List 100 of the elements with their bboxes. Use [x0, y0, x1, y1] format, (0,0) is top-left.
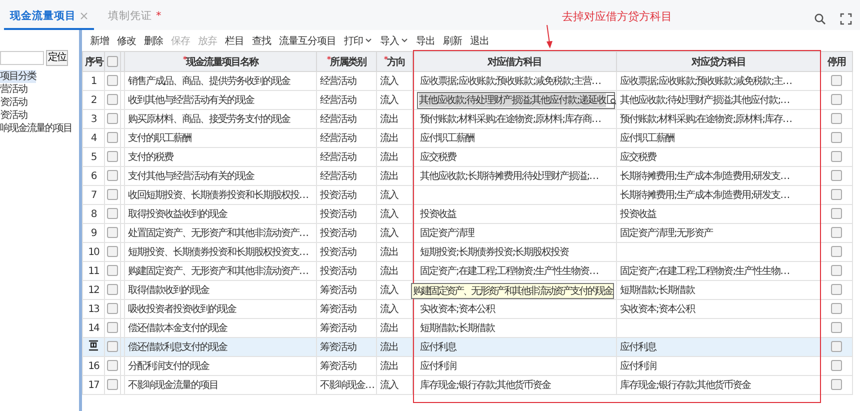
column-header: 停用 [828, 56, 846, 68]
toolbar-button[interactable]: 流量互分项目 [275, 34, 340, 48]
tree-item[interactable]: 响现金流量的项目 [0, 122, 72, 135]
row-number: 7 [90, 190, 96, 200]
table-cell: 长期待摊费用;生产成本;制造费用;研发支… [620, 171, 790, 182]
stop-checkbox[interactable] [831, 189, 842, 200]
table-cell: 固定资产;在建工程;工程物资;生产性生物资… [420, 266, 598, 277]
table-cell: 实收资本;资本公积 [620, 304, 694, 315]
table-cell: 短期借款;长期借款 [420, 323, 494, 334]
row-checkbox[interactable] [107, 227, 118, 238]
toolbar-button[interactable]: 退出 [466, 34, 493, 48]
table-cell: 销售产成品、商品、提供劳务收到的现金 [128, 76, 290, 87]
table-cell: 固定资产;在建工程;工程物资;生产性生物… [620, 266, 790, 277]
row-checkbox[interactable] [107, 189, 118, 200]
tab[interactable]: 填制凭证 * [102, 9, 168, 30]
stop-checkbox[interactable] [831, 246, 842, 258]
toolbar-button[interactable]: 修改 [113, 34, 140, 48]
table-cell: 取得借款收到的现金 [128, 285, 209, 296]
toolbar-button[interactable]: 导出 [412, 34, 439, 48]
search-field[interactable] [0, 51, 44, 65]
stop-checkbox[interactable] [831, 322, 842, 334]
row-checkbox[interactable] [107, 94, 118, 106]
select-all-checkbox[interactable] [107, 56, 118, 67]
row-checkbox[interactable] [107, 322, 118, 334]
close-icon[interactable] [80, 12, 88, 20]
table-cell: 预付账款;材料采购;在途物资;原材料;库存… [620, 114, 792, 125]
row-checkbox[interactable] [107, 246, 118, 258]
stop-checkbox[interactable] [831, 227, 842, 238]
toolbar-button[interactable]: 刷新 [439, 34, 466, 48]
table-cell: 流入 [380, 228, 398, 239]
tab[interactable]: 现金流量项目 [4, 9, 94, 30]
table-cell: 流出 [380, 133, 398, 144]
row-number: 13 [88, 304, 99, 314]
table-cell: 流出 [380, 152, 398, 163]
table-cell: 支付的职工薪酬 [128, 133, 191, 144]
row-number: 9 [90, 228, 96, 238]
table-cell: 收回短期投资、长期债券投资和长期股权投… [128, 190, 308, 201]
tree-item[interactable]: 项目分类 [0, 70, 36, 83]
row-checkbox[interactable] [107, 113, 118, 124]
row-number: 10 [88, 246, 99, 258]
row-checkbox[interactable] [107, 284, 118, 296]
stop-checkbox[interactable] [831, 379, 842, 390]
row-number: 16 [88, 360, 99, 372]
row-checkbox[interactable] [107, 132, 118, 144]
stop-checkbox[interactable] [831, 208, 842, 220]
row-number: 8 [90, 208, 96, 220]
toolbar-button[interactable]: 栏目 [221, 34, 248, 48]
stop-checkbox[interactable] [831, 303, 842, 314]
table-cell: 筹资活动 [320, 342, 356, 353]
table-cell: 经营活动 [320, 114, 356, 125]
toolbar-button[interactable]: 导入 [376, 34, 412, 48]
tree-item[interactable]: 资活动 [0, 96, 27, 109]
table-cell: 偿还借款利息支付的现金 [128, 342, 227, 353]
stop-checkbox[interactable] [831, 94, 842, 106]
locate-button[interactable]: 定位 [46, 50, 68, 66]
row-checkbox[interactable] [107, 265, 118, 276]
stop-checkbox[interactable] [831, 265, 842, 276]
table-cell: 筹资活动 [320, 323, 356, 334]
table-cell: 流入 [380, 190, 398, 201]
table-cell: 实收资本;资本公积 [420, 304, 494, 315]
stop-checkbox[interactable] [831, 284, 842, 296]
table-cell: 投资收益 [420, 209, 456, 220]
row-checkbox[interactable] [107, 341, 118, 352]
tree-item[interactable]: 营活动 [0, 83, 27, 96]
search-icon[interactable] [607, 95, 616, 105]
row-checkbox[interactable] [107, 360, 118, 372]
toolbar-button[interactable]: 查找 [248, 34, 275, 48]
table-cell: 支付其他与经营活动有关的现金 [128, 171, 254, 182]
stop-checkbox[interactable] [831, 75, 842, 86]
table-cell: 经营活动 [320, 76, 356, 87]
stop-checkbox[interactable] [831, 341, 842, 352]
table-cell: 经营活动 [320, 152, 356, 163]
stop-checkbox[interactable] [831, 113, 842, 124]
row-checkbox[interactable] [107, 151, 118, 162]
table-cell: 流出 [380, 171, 398, 182]
table-cell: 偿还借款本金支付的现金 [128, 323, 227, 334]
table-cell: 经营活动 [320, 133, 356, 144]
row-checkbox[interactable] [107, 170, 118, 182]
stop-checkbox[interactable] [831, 360, 842, 372]
table-cell: 支付的税费 [128, 152, 173, 163]
row-checkbox[interactable] [107, 208, 118, 220]
table-cell: 库存现金;银行存款;其他货币资金 [620, 380, 751, 391]
input-field[interactable]: 其他应收款;待处理财产损溢;其他应付款;递延收 [417, 92, 615, 108]
row-checkbox[interactable] [107, 75, 118, 86]
fullscreen-icon[interactable] [840, 13, 852, 25]
row-number: 3 [90, 114, 96, 124]
toolbar-button[interactable]: 新增 [86, 34, 113, 48]
table-cell: 筹资活动 [320, 361, 356, 372]
tree-item[interactable]: 资活动 [0, 109, 27, 122]
row-checkbox[interactable] [107, 379, 118, 390]
stop-checkbox[interactable] [831, 132, 842, 144]
row-checkbox[interactable] [107, 303, 118, 314]
stop-checkbox[interactable] [831, 151, 842, 162]
table-cell: 不影响现金… [320, 380, 374, 391]
search-icon[interactable] [814, 13, 826, 25]
stop-checkbox[interactable] [831, 170, 842, 182]
toolbar-button[interactable]: 打印 [340, 34, 376, 48]
row-number: 6 [90, 170, 96, 182]
table-cell: 投资收益 [620, 209, 656, 220]
toolbar-button[interactable]: 删除 [140, 34, 167, 48]
